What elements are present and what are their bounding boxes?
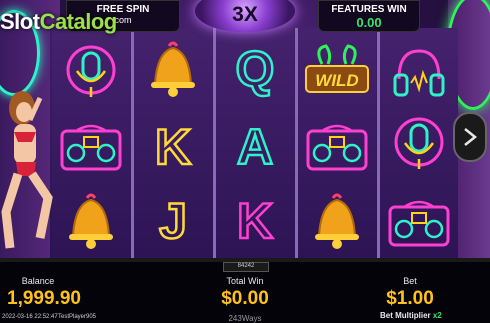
logo-part-2: Catalog — [39, 9, 118, 34]
timestamp: 2022-03-16 22:52:47 — [2, 314, 58, 320]
multiplier-value: 3X — [232, 3, 258, 26]
bet-multiplier-label: Bet Multiplier — [380, 311, 431, 320]
total-win-value: $0.00 — [221, 288, 269, 309]
site-logo: SlotCatalog — [0, 9, 117, 35]
letter-k-symbol: K — [154, 118, 193, 177]
balance-value: 1,999.90 — [7, 288, 81, 309]
microphone-icon — [384, 110, 454, 180]
features-win-panel: FEATURES WIN 0.00 — [318, 0, 420, 32]
bet-multiplier: Bet Multiplier x2 — [380, 311, 442, 320]
features-win-label: FEATURES WIN — [331, 4, 407, 15]
letter-a-symbol: A — [236, 118, 275, 177]
letter-j-symbol: J — [158, 192, 188, 251]
bell-icon — [138, 34, 208, 104]
bet-multiplier-value: x2 — [432, 311, 442, 320]
features-win-value: 0.00 — [356, 15, 382, 30]
ways-count: 243Ways — [228, 314, 262, 323]
reel-separator — [213, 28, 216, 260]
player-name: TestPlayer905 — [58, 314, 97, 320]
microphone-icon — [56, 38, 126, 108]
boombox-icon — [56, 114, 126, 184]
play-icon — [464, 128, 477, 146]
bell-icon — [56, 186, 126, 256]
logo-part-1: Slot — [0, 9, 40, 34]
dancer-character — [0, 88, 58, 258]
balance-label: Balance — [21, 276, 55, 286]
wild-icon: WILD — [302, 38, 372, 108]
bell-icon — [302, 186, 372, 256]
reel-separator — [295, 28, 298, 260]
bet-label: Bet — [403, 276, 417, 286]
spin-button[interactable] — [453, 112, 487, 162]
letter-q-symbol: Q — [234, 40, 275, 99]
total-win-label: Total Win — [226, 276, 264, 286]
reel-separator — [377, 28, 380, 260]
letter-k-symbol: K — [236, 192, 275, 251]
reel-separator — [131, 28, 134, 260]
transaction-id: 84242 — [223, 262, 269, 272]
game-stage: K J Q A K WILD FREE SPIN com 3X FEATURES… — [0, 0, 490, 323]
headphones-icon — [384, 38, 454, 108]
boombox-icon — [302, 114, 372, 184]
boombox-icon — [384, 190, 454, 260]
reel-area: K J Q A K WILD — [50, 28, 458, 260]
bet-value[interactable]: $1.00 — [360, 288, 460, 310]
